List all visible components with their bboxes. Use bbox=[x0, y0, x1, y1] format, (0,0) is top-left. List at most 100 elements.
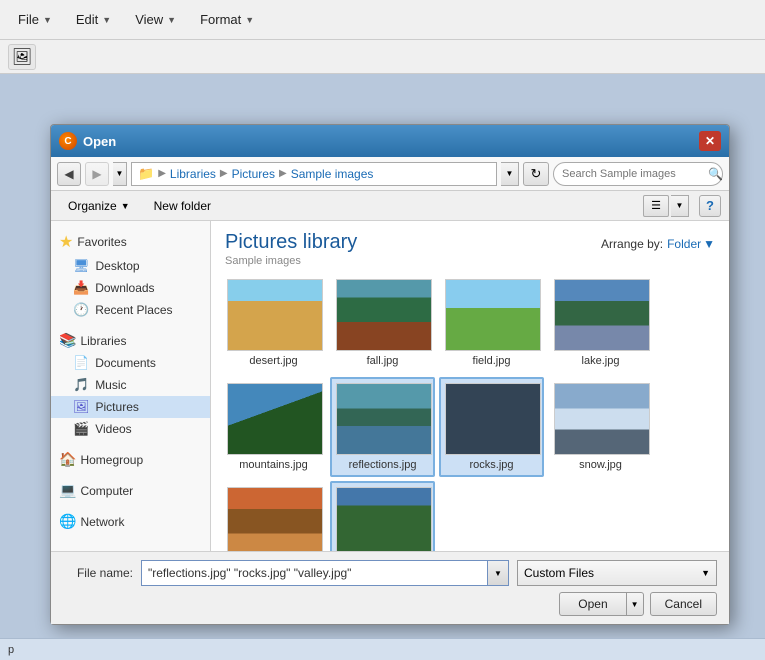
desktop-icon: 🖥 bbox=[73, 258, 90, 274]
nav-separator-1 bbox=[51, 321, 210, 329]
open-dropdown-button[interactable]: ▼ bbox=[626, 592, 644, 616]
network-label: Network bbox=[80, 515, 124, 529]
organize-button[interactable]: Organize ▼ bbox=[59, 196, 139, 216]
image-name: snow.jpg bbox=[554, 459, 647, 471]
downloads-icon: 📥 bbox=[73, 280, 89, 296]
cancel-button[interactable]: Cancel bbox=[650, 592, 717, 616]
image-item[interactable]: snow.jpg bbox=[548, 377, 653, 477]
image-name: desert.jpg bbox=[227, 355, 320, 367]
open-btn-group: Open ▼ bbox=[559, 592, 643, 616]
path-arrow-1: ▶ bbox=[158, 168, 166, 179]
image-name: rocks.jpg bbox=[445, 459, 538, 471]
toolbar-icon-button[interactable]: 🖼 bbox=[8, 44, 36, 70]
menu-view[interactable]: View ▼ bbox=[125, 8, 186, 31]
path-pictures[interactable]: Pictures bbox=[232, 167, 275, 181]
pictures-label: Pictures bbox=[96, 400, 139, 414]
arrange-by-button[interactable]: Folder ▼ bbox=[667, 237, 715, 251]
open-dialog: C Open ✕ ◀ ▶ ▼ 📁 ▶ Libraries ▶ Pictures … bbox=[50, 124, 730, 625]
menu-file[interactable]: File ▼ bbox=[8, 8, 62, 31]
image-thumb bbox=[554, 279, 650, 351]
menu-format[interactable]: Format ▼ bbox=[190, 8, 264, 31]
nav-item-videos[interactable]: 🎬 Videos bbox=[51, 418, 210, 440]
menu-edit-label: Edit bbox=[76, 12, 98, 27]
view-button[interactable]: ☰ bbox=[643, 195, 669, 217]
menu-format-arrow: ▼ bbox=[245, 15, 254, 25]
back-button[interactable]: ◀ bbox=[57, 162, 81, 186]
image-thumb bbox=[336, 279, 432, 351]
address-path: 📁 ▶ Libraries ▶ Pictures ▶ Sample images bbox=[131, 162, 497, 186]
content-panel: Pictures library Sample images Arrange b… bbox=[211, 221, 729, 551]
nav-item-pictures[interactable]: 🖼 Pictures bbox=[51, 396, 210, 418]
content-header: Pictures library Sample images Arrange b… bbox=[211, 221, 729, 273]
favorites-section[interactable]: ★ Favorites bbox=[51, 229, 210, 255]
nav-item-recent-places[interactable]: 🕐 Recent Places bbox=[51, 299, 210, 321]
arrange-by: Arrange by: Folder ▼ bbox=[601, 237, 715, 251]
favorites-icon: ★ bbox=[59, 232, 73, 252]
nav-item-downloads[interactable]: 📥 Downloads bbox=[51, 277, 210, 299]
search-box: 🔍 bbox=[553, 162, 723, 186]
image-item[interactable]: mountains.jpg bbox=[221, 377, 326, 477]
action-buttons-row: Open ▼ Cancel bbox=[63, 592, 717, 616]
forward-button[interactable]: ▶ bbox=[85, 162, 109, 186]
recent-places-label: Recent Places bbox=[95, 303, 172, 317]
documents-label: Documents bbox=[95, 356, 156, 370]
organize-arrow: ▼ bbox=[121, 201, 130, 211]
image-item[interactable]: valley.jpg bbox=[330, 481, 435, 551]
page-background: C Open ✕ ◀ ▶ ▼ 📁 ▶ Libraries ▶ Pictures … bbox=[0, 74, 765, 660]
homegroup-section[interactable]: 🏠 Homegroup bbox=[51, 448, 210, 471]
image-grid: desert.jpg fall.jpg field.jpg lake.jpg m… bbox=[211, 273, 729, 551]
image-name: reflections.jpg bbox=[336, 459, 429, 471]
videos-label: Videos bbox=[95, 422, 131, 436]
image-item[interactable]: sunrise.jpg bbox=[221, 481, 326, 551]
search-icon: 🔍 bbox=[708, 167, 723, 181]
image-item[interactable]: rocks.jpg bbox=[439, 377, 544, 477]
dialog-toolbar: Organize ▼ New folder ☰ ▼ ? bbox=[51, 191, 729, 221]
menu-file-label: File bbox=[18, 12, 39, 27]
refresh-button[interactable]: ↻ bbox=[523, 162, 549, 186]
image-item[interactable]: desert.jpg bbox=[221, 273, 326, 373]
status-bar: p bbox=[0, 638, 765, 660]
file-type-dropdown[interactable]: Custom Files ▼ bbox=[517, 560, 717, 586]
organize-label: Organize bbox=[68, 199, 117, 213]
menu-edit-arrow: ▼ bbox=[102, 15, 111, 25]
nav-item-music[interactable]: 🎵 Music bbox=[51, 374, 210, 396]
image-item[interactable]: field.jpg bbox=[439, 273, 544, 373]
homegroup-label: Homegroup bbox=[80, 453, 143, 467]
image-thumb bbox=[445, 279, 541, 351]
libraries-section[interactable]: 📚 Libraries bbox=[51, 329, 210, 352]
image-thumb bbox=[554, 383, 650, 455]
dialog-close-button[interactable]: ✕ bbox=[699, 131, 721, 151]
image-name: fall.jpg bbox=[336, 355, 429, 367]
image-thumb bbox=[336, 487, 432, 551]
open-button[interactable]: Open bbox=[559, 592, 625, 616]
file-name-input[interactable] bbox=[141, 560, 487, 586]
nav-item-desktop[interactable]: 🖥 Desktop bbox=[51, 255, 210, 277]
help-button[interactable]: ? bbox=[699, 195, 721, 217]
path-libraries[interactable]: Libraries bbox=[170, 167, 216, 181]
nav-dropdown-button[interactable]: ▼ bbox=[113, 162, 127, 186]
view-dropdown-button[interactable]: ▼ bbox=[671, 195, 689, 217]
toolbar-icon: 🖼 bbox=[12, 47, 32, 67]
search-input[interactable] bbox=[562, 168, 704, 180]
menu-edit[interactable]: Edit ▼ bbox=[66, 8, 121, 31]
image-item[interactable]: reflections.jpg bbox=[330, 377, 435, 477]
music-icon: 🎵 bbox=[73, 377, 89, 393]
computer-section[interactable]: 💻 Computer bbox=[51, 479, 210, 502]
network-icon: 🌐 bbox=[59, 513, 76, 530]
file-type-label: Custom Files bbox=[524, 566, 594, 580]
arrange-by-label: Arrange by: bbox=[601, 237, 663, 251]
content-subtitle: Sample images bbox=[225, 255, 357, 267]
image-thumb bbox=[227, 383, 323, 455]
path-sample-images[interactable]: Sample images bbox=[291, 167, 374, 181]
new-folder-button[interactable]: New folder bbox=[145, 196, 220, 216]
music-label: Music bbox=[95, 378, 126, 392]
nav-item-documents[interactable]: 📄 Documents bbox=[51, 352, 210, 374]
nav-separator-2 bbox=[51, 440, 210, 448]
address-dropdown-button[interactable]: ▼ bbox=[501, 162, 519, 186]
image-item[interactable]: fall.jpg bbox=[330, 273, 435, 373]
filename-dropdown-button[interactable]: ▼ bbox=[487, 560, 509, 586]
network-section[interactable]: 🌐 Network bbox=[51, 510, 210, 533]
path-arrow-2: ▶ bbox=[220, 168, 228, 179]
downloads-label: Downloads bbox=[95, 281, 154, 295]
image-item[interactable]: lake.jpg bbox=[548, 273, 653, 373]
